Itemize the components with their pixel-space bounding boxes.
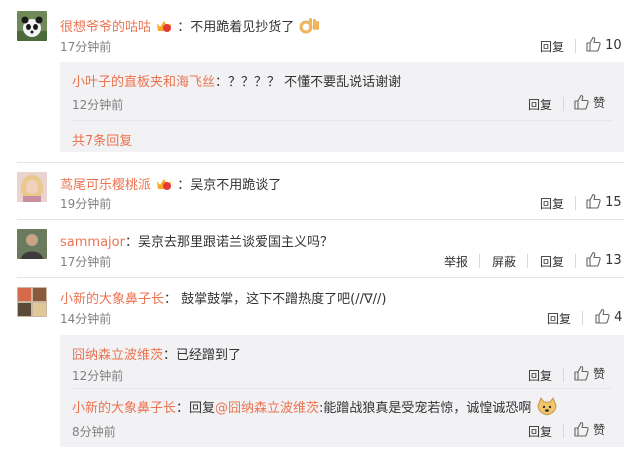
reply-reply-button[interactable]: 回复 — [528, 96, 552, 113]
reply-time: 12分钟前 — [72, 369, 124, 383]
like-label: 赞 — [593, 96, 606, 110]
comment-text: ：吴京不用跪谈了 — [177, 178, 282, 193]
comment-time: 17分钟前 — [60, 40, 112, 54]
divider — [72, 388, 612, 389]
thumbs-up-icon — [585, 251, 601, 267]
report-button[interactable]: 举报 — [444, 253, 468, 270]
username[interactable]: 很想爷爷的咕咕 — [60, 20, 151, 35]
reply-username[interactable]: 囧纳森立波维茨 — [72, 348, 163, 363]
mention-link[interactable]: @囧纳森立波维茨 — [215, 401, 319, 416]
reply-like-button[interactable]: 赞 — [573, 94, 605, 111]
reply-time: 8分钟前 — [72, 425, 116, 439]
reply-button[interactable]: 回复 — [540, 195, 564, 212]
divider — [575, 196, 576, 210]
thumbs-up-icon — [573, 421, 589, 437]
reply-box: 小叶子的直板夹和海飞丝：？？？？ 不懂不要乱说话谢谢 12分钟前 回复 赞 共7… — [60, 62, 624, 152]
vip-badge-icon — [155, 19, 173, 33]
divider — [72, 120, 612, 121]
reply-box: 囧纳森立波维茨：已经蹭到了 12分钟前 回复 赞 小新的大象鼻子长：回复@囧纳森… — [60, 335, 624, 447]
thumbs-up-icon — [573, 365, 589, 381]
divider — [563, 424, 564, 438]
reply-time: 12分钟前 — [72, 98, 124, 112]
comment-text: ：不用跪着见抄货了 — [177, 20, 295, 35]
reply-text-continued: :能蹭战狼真是受宠若惊，诚惶诚恐啊 — [319, 401, 532, 416]
reply-username[interactable]: 小新的大象鼻子长 — [72, 401, 176, 416]
avatar[interactable] — [17, 287, 47, 317]
reply-button[interactable]: 回复 — [540, 38, 564, 55]
doge-emoji-icon — [536, 397, 558, 421]
avatar[interactable] — [17, 229, 47, 259]
divider — [582, 311, 583, 325]
thumbs-up-icon — [594, 308, 610, 324]
avatar[interactable] — [17, 172, 47, 202]
thumbs-up-icon — [573, 94, 589, 110]
like-button[interactable]: 15 — [585, 193, 622, 210]
reply-text: ：？？？？ 不懂不要乱说话谢谢 — [215, 75, 402, 90]
thumbs-up-icon — [585, 193, 601, 209]
divider — [479, 254, 480, 268]
divider — [563, 368, 564, 382]
reply-button[interactable]: 回复 — [547, 310, 571, 327]
reply-reply-button[interactable]: 回复 — [528, 423, 552, 440]
comment-time: 19分钟前 — [60, 197, 112, 211]
comment-divider — [17, 162, 624, 163]
like-count: 10 — [605, 38, 622, 53]
comment-header: sammajor：吴京去那里跟诺兰谈爱国主义吗？ — [60, 231, 333, 250]
more-replies-link[interactable]: 共7条回复 — [72, 130, 132, 149]
like-label: 赞 — [593, 367, 606, 381]
comment-time: 17分钟前 — [60, 255, 112, 269]
username[interactable]: 茑尾可乐樱桃派 — [60, 178, 151, 193]
reply-text: ：已经蹭到了 — [163, 348, 242, 363]
comment-text: ： 鼓掌鼓掌，这下不蹭热度了吧(//∇//) — [164, 292, 387, 307]
reply-username[interactable]: 小叶子的直板夹和海飞丝 — [72, 75, 215, 90]
divider — [575, 254, 576, 268]
comment-divider — [17, 277, 624, 278]
thumbs-up-icon — [585, 36, 601, 52]
divider — [575, 39, 576, 53]
comment-header: 很想爷爷的咕咕 ：不用跪着见抄货了 — [60, 14, 320, 40]
like-count: 4 — [614, 310, 623, 325]
reply-like-button[interactable]: 赞 — [573, 365, 605, 382]
reply-button[interactable]: 回复 — [540, 253, 564, 270]
comment-header: 茑尾可乐樱桃派 ：吴京不用跪谈了 — [60, 174, 281, 193]
like-button[interactable]: 4 — [594, 308, 622, 325]
username[interactable]: sammajor — [60, 235, 125, 250]
comment-time: 14分钟前 — [60, 312, 112, 326]
like-count: 13 — [605, 253, 622, 268]
like-button[interactable]: 13 — [585, 251, 622, 268]
reply-text: ：回复 — [176, 401, 216, 416]
comment-divider — [17, 219, 624, 220]
divider — [527, 254, 528, 268]
avatar[interactable] — [17, 11, 47, 41]
block-button[interactable]: 屏蔽 — [492, 253, 516, 270]
comment-header: 小新的大象鼻子长： 鼓掌鼓掌，这下不蹭热度了吧(//∇//) — [60, 288, 387, 307]
ok-hand-emoji-icon — [298, 14, 320, 40]
comment-text: ：吴京去那里跟诺兰谈爱国主义吗？ — [124, 235, 333, 250]
username[interactable]: 小新的大象鼻子长 — [60, 292, 164, 307]
like-label: 赞 — [593, 423, 606, 437]
vip-badge-icon — [155, 177, 173, 191]
reply-reply-button[interactable]: 回复 — [528, 367, 552, 384]
reply-like-button[interactable]: 赞 — [573, 421, 605, 438]
like-button[interactable]: 10 — [585, 36, 622, 53]
like-count: 15 — [605, 195, 622, 210]
divider — [563, 97, 564, 111]
